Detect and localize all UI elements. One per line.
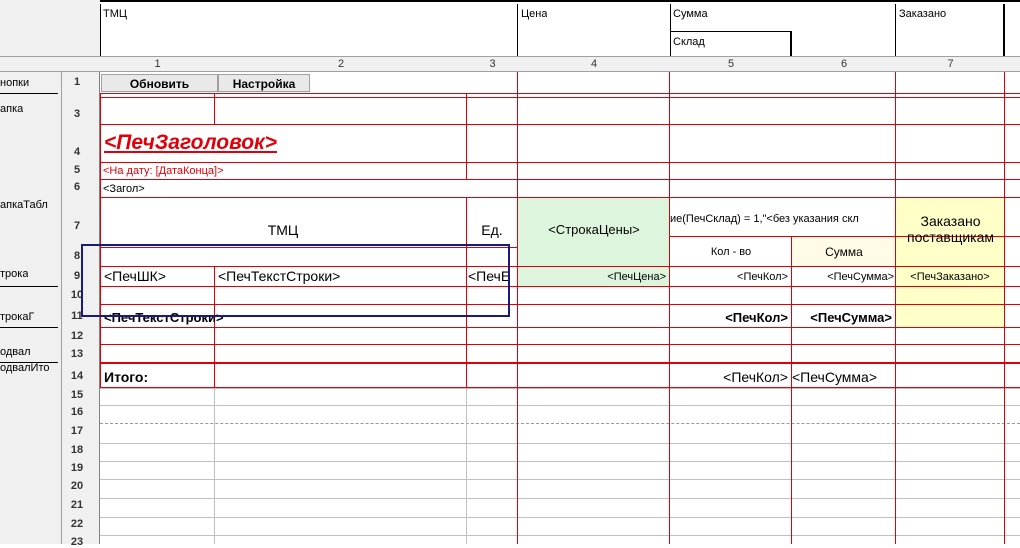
- grid-hline: [100, 479, 1020, 480]
- red-hline: [100, 179, 1020, 180]
- row-number-14[interactable]: 14: [62, 370, 92, 382]
- grid-hline: [100, 517, 1020, 518]
- red-vline: [214, 93, 215, 124]
- col-number-4[interactable]: 4: [518, 58, 670, 71]
- zagol-cell[interactable]: <Загол>: [103, 181, 145, 197]
- section-stroka-bracket: [0, 286, 58, 287]
- section-panel: [0, 72, 62, 544]
- col-number-6[interactable]: 6: [792, 58, 896, 71]
- row-number-12[interactable]: 12: [62, 330, 92, 342]
- red-vline: [100, 93, 101, 388]
- total-label-cell[interactable]: Итого:: [104, 369, 148, 385]
- page-break-line: [100, 423, 1020, 424]
- row-number-1[interactable]: 1: [62, 76, 92, 88]
- total-sum-cell[interactable]: <ПечСумма>: [792, 369, 896, 385]
- grid-hline: [100, 498, 1020, 499]
- row-number-18[interactable]: 18: [62, 444, 92, 456]
- group-sum-cell[interactable]: <ПечСумма>: [792, 310, 892, 326]
- qty-header-cell[interactable]: Кол - во: [670, 244, 792, 260]
- print-title[interactable]: <ПечЗаголовок>: [104, 130, 277, 156]
- row-number-3[interactable]: 3: [62, 108, 92, 120]
- refresh-button[interactable]: Обновить: [101, 74, 218, 92]
- row-number-23[interactable]: 23: [62, 536, 92, 548]
- grid-hline: [100, 388, 1020, 389]
- tmc-header-cell[interactable]: ТМЦ: [100, 222, 466, 238]
- red-vline: [669, 72, 670, 544]
- section-shapka-tabl[interactable]: апкаТабл: [0, 199, 48, 211]
- red-hline: [100, 162, 1020, 163]
- section-shapka[interactable]: апка: [0, 103, 23, 115]
- sum-header-cell[interactable]: Сумма: [792, 244, 896, 260]
- col-number-7[interactable]: 7: [896, 58, 1005, 71]
- section-knopki[interactable]: нопки: [0, 77, 29, 89]
- red-vline: [466, 93, 467, 179]
- red-hline: [100, 93, 1020, 94]
- row-number-21[interactable]: 21: [62, 499, 92, 511]
- grid-hline: [100, 461, 1020, 462]
- date-line[interactable]: <На дату: [ДатаКонца]>: [103, 163, 224, 179]
- red-hline: [100, 124, 1020, 125]
- section-podval[interactable]: одвал: [0, 346, 31, 358]
- row-number-13[interactable]: 13: [62, 348, 92, 360]
- price-row-header-cell[interactable]: <СтрокаЦены>: [518, 222, 670, 238]
- row-number-15[interactable]: 15: [62, 389, 92, 401]
- row-number-5[interactable]: 5: [62, 164, 92, 176]
- warehouse-formula-cell[interactable]: ие(ПечСклад) = 1,"<без указания скл: [670, 211, 896, 227]
- qty-value-cell[interactable]: <ПечКол>: [670, 269, 788, 285]
- group-tmc-frame: [100, 4, 518, 56]
- section-stroka-g[interactable]: трокаГ: [0, 311, 34, 323]
- col-number-5[interactable]: 5: [670, 58, 792, 71]
- row-number-4[interactable]: 4: [62, 146, 92, 158]
- row-number-20[interactable]: 20: [62, 480, 92, 492]
- grid-hline: [100, 405, 1020, 406]
- unit-header-cell[interactable]: Ед.: [467, 222, 517, 238]
- price-value-cell[interactable]: <ПечЦена>: [518, 269, 666, 285]
- red-vline: [1004, 72, 1005, 544]
- corner-header: [0, 0, 100, 56]
- grid-hline: [100, 535, 1020, 536]
- col-number-1[interactable]: 1: [100, 58, 215, 71]
- col-number-2[interactable]: 2: [215, 58, 467, 71]
- row-number-16[interactable]: 16: [62, 406, 92, 418]
- group-ordered-frame: [896, 4, 1005, 56]
- row-number-7[interactable]: 7: [62, 220, 92, 232]
- grid-vline: [214, 388, 215, 544]
- red-hline: [100, 387, 1020, 388]
- section-stroka[interactable]: трока: [0, 268, 28, 280]
- sum-value-cell[interactable]: <ПечСумма>: [792, 269, 894, 285]
- row-number-19[interactable]: 19: [62, 462, 92, 474]
- red-hline: [100, 362, 1020, 364]
- selection-rectangle[interactable]: [81, 244, 510, 317]
- row-number-6[interactable]: 6: [62, 181, 92, 193]
- red-vline: [517, 72, 518, 544]
- section-knopki-bracket: [0, 93, 58, 94]
- section-stroka-g-bracket: [0, 327, 58, 328]
- row-number-17[interactable]: 17: [62, 425, 92, 437]
- col-number-3[interactable]: 3: [467, 58, 518, 71]
- grid-vline: [466, 388, 467, 544]
- ordered-header-cell[interactable]: Заказано поставщикам: [896, 213, 1005, 245]
- settings-button[interactable]: Настройка: [218, 74, 310, 92]
- red-hline: [100, 197, 1020, 198]
- total-qty-cell[interactable]: <ПечКол>: [670, 369, 788, 385]
- ordered-value-cell[interactable]: <ПечЗаказано>: [896, 269, 1004, 285]
- red-vline: [895, 72, 896, 544]
- group-warehouse: Склад: [673, 36, 705, 48]
- row-number-22[interactable]: 22: [62, 518, 92, 530]
- red-hline: [100, 327, 1020, 328]
- red-hline: [100, 97, 1020, 98]
- red-hline: [100, 344, 1020, 345]
- group-price: Цена: [521, 8, 548, 20]
- section-podval-itog[interactable]: одвалИто: [0, 362, 50, 374]
- group-qty-cell[interactable]: <ПечКол>: [670, 310, 788, 326]
- grid-hline: [100, 443, 1020, 444]
